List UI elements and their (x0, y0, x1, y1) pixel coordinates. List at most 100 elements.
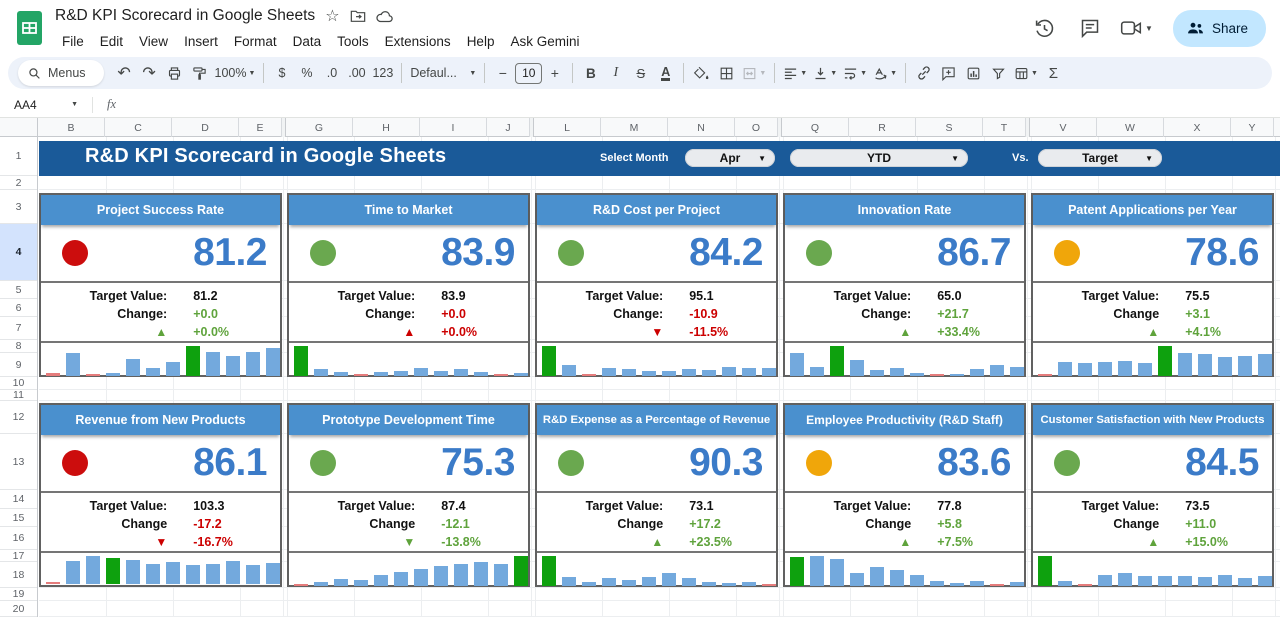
move-folder-icon[interactable] (350, 9, 366, 23)
column-header-J[interactable]: J (487, 118, 530, 137)
row-header-2[interactable]: 2 (0, 176, 37, 190)
menu-ask-gemini[interactable]: Ask Gemini (503, 32, 586, 51)
functions-button[interactable]: Σ (1041, 60, 1066, 86)
increase-font-size-button[interactable]: + (542, 60, 567, 86)
sheets-logo[interactable] (16, 10, 43, 46)
insert-comment-button[interactable] (936, 60, 961, 86)
menu-insert[interactable]: Insert (177, 32, 225, 51)
menu-extensions[interactable]: Extensions (378, 32, 458, 51)
sparkline-chart (41, 553, 280, 586)
row-header-5[interactable]: 5 (0, 281, 37, 299)
compare-dropdown[interactable]: Target▼ (1038, 149, 1162, 167)
insert-link-button[interactable] (911, 60, 936, 86)
row-header-8[interactable]: 8 (0, 340, 37, 353)
meet-caret-icon[interactable]: ▼ (1145, 24, 1153, 33)
column-header-Y[interactable]: Y (1231, 118, 1274, 137)
comments-icon[interactable] (1074, 12, 1106, 44)
column-header-G[interactable]: G (286, 118, 353, 137)
paint-format-button[interactable] (187, 60, 212, 86)
row-header-4[interactable]: 4 (0, 224, 37, 281)
name-box-caret-icon[interactable]: ▼ (71, 101, 78, 108)
star-icon[interactable]: ☆ (325, 6, 339, 26)
period-dropdown[interactable]: YTD▼ (790, 149, 968, 167)
column-header-I[interactable]: I (420, 118, 487, 137)
row-header-12[interactable]: 12 (0, 401, 37, 434)
borders-button[interactable] (714, 60, 739, 86)
font-size-input[interactable]: 10 (515, 63, 542, 84)
fx-icon[interactable]: fx (99, 97, 116, 112)
share-button[interactable]: Share (1173, 10, 1266, 47)
column-header-N[interactable]: N (668, 118, 735, 137)
select-all-corner[interactable] (0, 118, 38, 137)
menu-format[interactable]: Format (227, 32, 284, 51)
undo-button[interactable]: ↶ (112, 60, 137, 86)
decrease-font-size-button[interactable]: − (490, 60, 515, 86)
redo-button[interactable]: ↷ (137, 60, 162, 86)
column-header-Q[interactable]: Q (782, 118, 849, 137)
row-header-13[interactable]: 13 (0, 434, 37, 490)
text-color-button[interactable]: A (653, 60, 678, 86)
row-header-14[interactable]: 14 (0, 490, 37, 509)
row-header-16[interactable]: 16 (0, 527, 37, 550)
row-header-20[interactable]: 20 (0, 601, 37, 617)
document-title[interactable]: R&D KPI Scorecard in Google Sheets (55, 7, 315, 25)
menu-view[interactable]: View (132, 32, 175, 51)
bold-button[interactable]: B (578, 60, 603, 86)
horizontal-align-button[interactable]: ▼ (780, 60, 810, 86)
row-header-15[interactable]: 15 (0, 509, 37, 527)
meet-button[interactable]: ▼ (1120, 19, 1153, 37)
column-header-C[interactable]: C (105, 118, 172, 137)
merge-cells-button[interactable]: ▼ (739, 60, 769, 86)
month-dropdown[interactable]: Apr▼ (685, 149, 775, 167)
row-header-17[interactable]: 17 (0, 550, 37, 562)
column-header-R[interactable]: R (849, 118, 916, 137)
name-box[interactable]: AA4 ▼ (0, 98, 86, 112)
column-header-X[interactable]: X (1164, 118, 1231, 137)
more-formats-button[interactable]: 123 (369, 60, 396, 86)
row-header-9[interactable]: 9 (0, 353, 37, 377)
column-header-W[interactable]: W (1097, 118, 1164, 137)
row-header-18[interactable]: 18 (0, 562, 37, 588)
sheet-canvas[interactable]: R&D KPI Scorecard in Google Sheets Selec… (39, 137, 1280, 617)
format-percent-button[interactable]: % (294, 60, 319, 86)
font-select[interactable]: Defaul...▼ (407, 60, 479, 86)
column-header-E[interactable]: E (239, 118, 282, 137)
row-header-3[interactable]: 3 (0, 190, 37, 224)
format-currency-button[interactable]: $ (269, 60, 294, 86)
column-header-M[interactable]: M (601, 118, 668, 137)
row-header-19[interactable]: 19 (0, 588, 37, 601)
row-header-11[interactable]: 11 (0, 390, 37, 401)
column-header-L[interactable]: L (534, 118, 601, 137)
row-header-1[interactable]: 1 (0, 137, 37, 176)
menu-help[interactable]: Help (460, 32, 502, 51)
text-rotation-button[interactable]: ▼ (870, 60, 900, 86)
menus-search-pill[interactable]: Menus (18, 60, 104, 86)
menu-data[interactable]: Data (286, 32, 329, 51)
decrease-decimals-button[interactable]: .0 (319, 60, 344, 86)
create-filter-button[interactable] (986, 60, 1011, 86)
cloud-status-icon[interactable] (376, 10, 393, 23)
column-header-T[interactable]: T (983, 118, 1026, 137)
fill-color-button[interactable] (689, 60, 714, 86)
vertical-align-button[interactable]: ▼ (810, 60, 840, 86)
version-history-icon[interactable] (1028, 12, 1060, 44)
insert-chart-button[interactable] (961, 60, 986, 86)
italic-button[interactable]: I (603, 60, 628, 86)
zoom-select[interactable]: 100%▼ (212, 60, 259, 86)
column-header-H[interactable]: H (353, 118, 420, 137)
menu-file[interactable]: File (55, 32, 91, 51)
row-header-6[interactable]: 6 (0, 299, 37, 317)
row-header-7[interactable]: 7 (0, 317, 37, 340)
column-header-V[interactable]: V (1030, 118, 1097, 137)
column-header-B[interactable]: B (38, 118, 105, 137)
print-button[interactable] (162, 60, 187, 86)
menu-tools[interactable]: Tools (330, 32, 376, 51)
strikethrough-button[interactable]: S (628, 60, 653, 86)
menu-edit[interactable]: Edit (93, 32, 130, 51)
increase-decimals-button[interactable]: .00 (344, 60, 369, 86)
column-header-O[interactable]: O (735, 118, 778, 137)
column-header-S[interactable]: S (916, 118, 983, 137)
column-header-D[interactable]: D (172, 118, 239, 137)
text-wrap-button[interactable]: ▼ (840, 60, 870, 86)
table-views-button[interactable]: ▼ (1011, 60, 1041, 86)
